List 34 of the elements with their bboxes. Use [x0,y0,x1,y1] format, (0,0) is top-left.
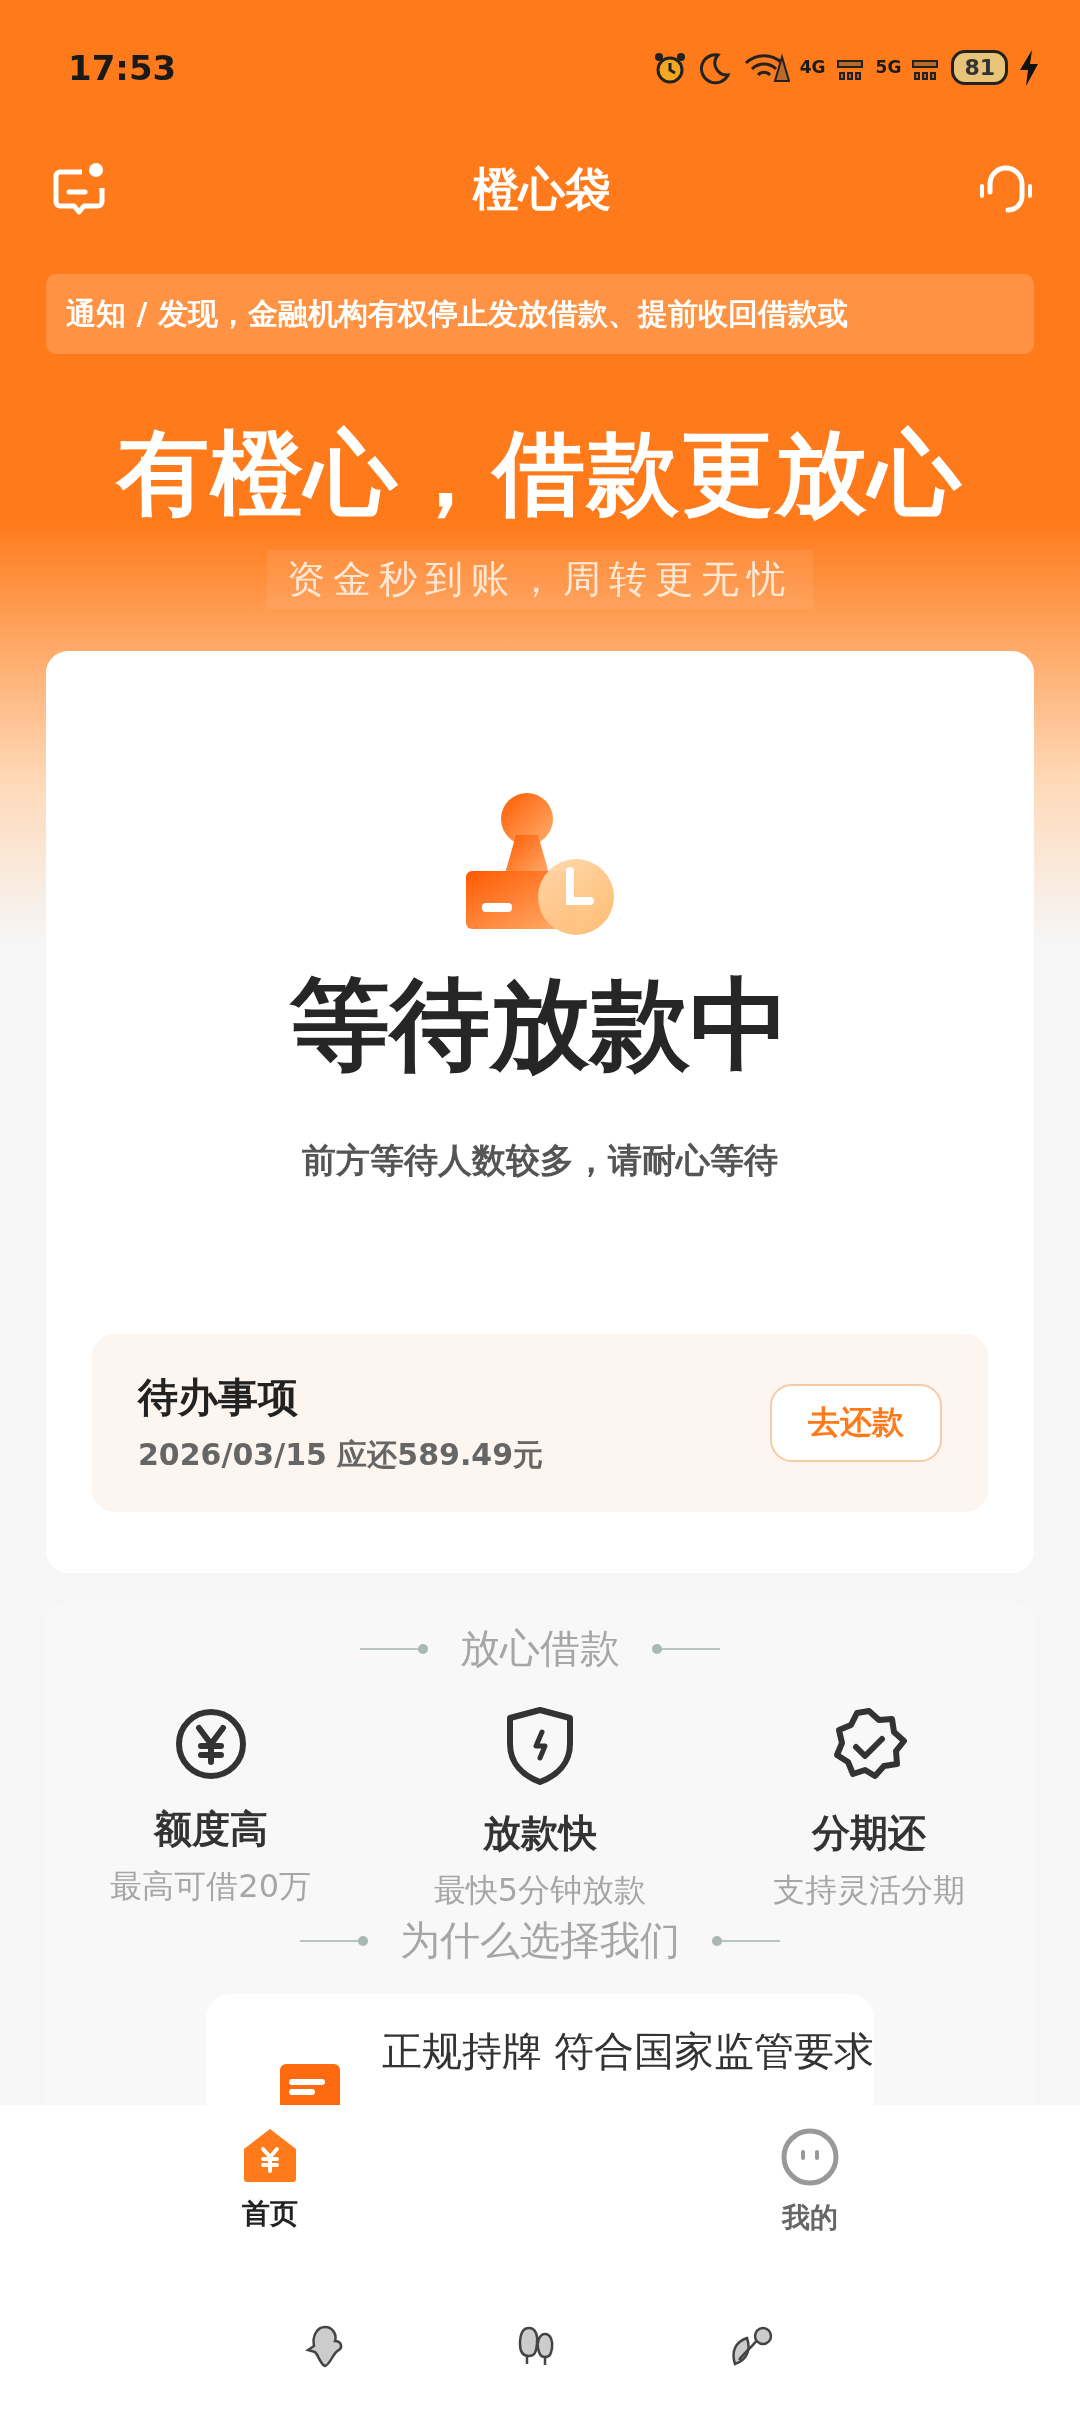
battery-level: 81 [951,50,1008,85]
feature-title: 放款快 [483,1810,597,1857]
leaf-sprout-icon[interactable] [729,2324,775,2368]
feature-subtitle: 最快5分钟放款 [433,1870,647,1911]
house-yen-icon [242,2127,298,2183]
shield-icon [504,1706,576,1786]
signal-4g-label: 4G [799,59,826,76]
notice-text: 通知 / 发现，金融机构有权停止发放借款、提前收回借款或 [66,294,848,333]
todo-detail: 2026/03/15 应还589.49元 [138,1436,545,1474]
feature-title: 额度高 [153,1806,268,1853]
banner-headline: 有橙心，借款更放心 [115,419,964,529]
smiley-face-icon [780,2127,840,2187]
charging-bolt-icon [1018,49,1040,86]
message-icon[interactable] [52,162,106,218]
feature-title: 分期还 [812,1810,927,1857]
decorative-arrow-icon [300,1934,370,1947]
status-title: 等待放款中 [290,965,790,1085]
section-heading: 为什么选择我们 [400,1916,680,1965]
section-heading: 放心借款 [460,1624,620,1673]
moon-icon [697,50,732,85]
decorative-arrow-icon [360,1642,430,1655]
banner-subtitle: 资金秒到账，周转更无忧 [267,550,813,609]
tab-item[interactable]: 我的 [540,2105,1080,2280]
signal-5g-label: 5G [875,59,902,76]
todo-title: 待办事项 [138,1373,299,1422]
feature-subtitle: 支持灵活分期 [773,1870,966,1911]
decorative-arrow-icon [710,1934,780,1947]
license-title: 正规持牌 符合国家监管要求 [381,2027,875,2076]
status-time: 17:53 [68,47,178,88]
decorative-arrow-icon [650,1642,720,1655]
status-message: 前方等待人数较多，请耐心等待 [302,1139,778,1182]
tab-item[interactable]: 首页 [0,2105,540,2280]
feature-subtitle: 最高可借20万 [110,1866,311,1907]
app-title: 橙心袋 [473,161,611,218]
